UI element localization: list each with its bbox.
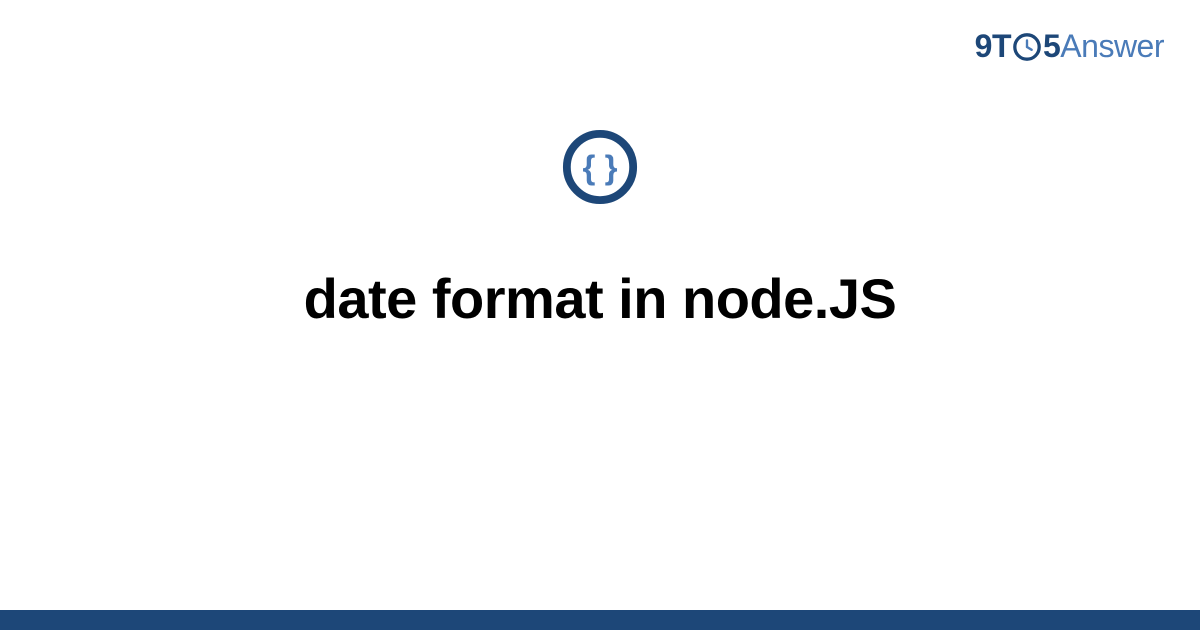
- footer-accent-bar: [0, 610, 1200, 630]
- svg-text:{ }: { }: [582, 150, 617, 187]
- code-braces-icon: { }: [561, 128, 639, 206]
- main-content: { } date format in node.JS: [0, 128, 1200, 331]
- brand-text-9t: 9T: [975, 28, 1011, 65]
- brand-logo[interactable]: 9T 5 Answer: [975, 28, 1164, 65]
- brand-text-answer: Answer: [1060, 28, 1164, 65]
- page-title: date format in node.JS: [304, 266, 897, 331]
- brand-text-5: 5: [1043, 28, 1060, 65]
- brand-clock-icon: [1012, 32, 1042, 62]
